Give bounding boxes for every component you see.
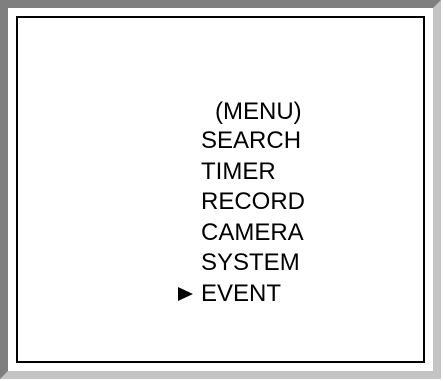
menu-item-search[interactable]: SEARCH <box>201 126 305 157</box>
menu-item-camera[interactable]: CAMERA <box>201 218 305 249</box>
menu-item-label: TIMER <box>201 157 276 185</box>
osd-screen: (MENU) SEARCH TIMER RECORD CAMERA SYSTEM… <box>0 0 443 381</box>
menu-item-record[interactable]: RECORD <box>201 187 305 218</box>
menu-title: (MENU) <box>215 98 302 125</box>
monitor-frame: (MENU) SEARCH TIMER RECORD CAMERA SYSTEM… <box>0 0 441 379</box>
menu-item-event[interactable]: EVENT <box>178 279 305 310</box>
menu-item-timer[interactable]: TIMER <box>201 157 305 188</box>
triangle-right-icon <box>178 279 198 310</box>
menu-item-label: CAMERA <box>201 218 304 246</box>
menu-list: SEARCH TIMER RECORD CAMERA SYSTEM EVENT <box>178 126 305 310</box>
menu-item-label: RECORD <box>201 188 306 215</box>
menu-item-label: SYSTEM <box>201 249 300 276</box>
menu-item-system[interactable]: SYSTEM <box>201 248 305 279</box>
menu-item-label: SEARCH <box>201 127 302 154</box>
main-menu: (MENU) SEARCH TIMER RECORD CAMERA SYSTEM… <box>18 18 423 361</box>
menu-item-label: EVENT <box>201 279 282 307</box>
menu-panel: (MENU) SEARCH TIMER RECORD CAMERA SYSTEM… <box>16 16 425 363</box>
